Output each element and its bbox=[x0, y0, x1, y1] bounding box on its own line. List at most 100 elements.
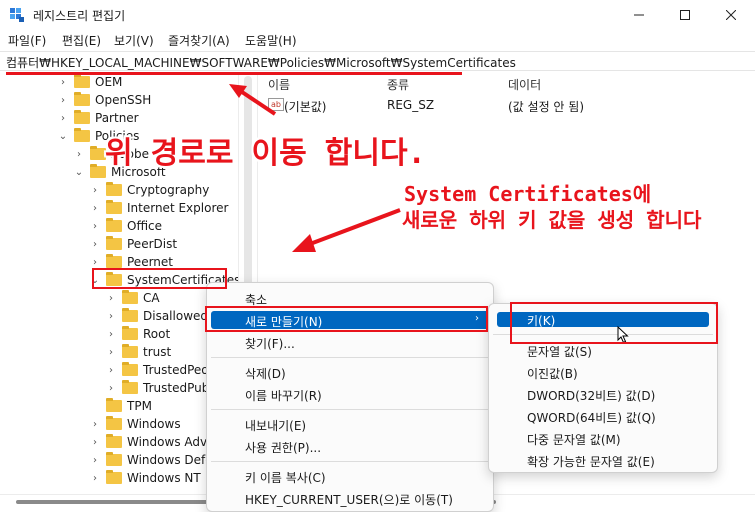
submenu-item-dword-value[interactable]: DWORD(32비트) 값(D) bbox=[527, 387, 655, 404]
folder-icon bbox=[74, 92, 90, 106]
submenu-item-expandable-string-value[interactable]: 확장 가능한 문자열 값(E) bbox=[527, 453, 655, 470]
title-bar: 레지스트리 편집기 bbox=[0, 0, 755, 30]
folder-icon bbox=[122, 380, 138, 394]
chevron-icon[interactable]: › bbox=[90, 473, 100, 484]
menu-favorites[interactable]: 즐겨찾기(A) bbox=[168, 32, 230, 49]
chevron-icon[interactable]: › bbox=[106, 311, 116, 322]
chevron-icon[interactable]: › bbox=[90, 239, 100, 250]
menu-item-rename[interactable]: 이름 바꾸기(R) bbox=[245, 387, 322, 404]
value-type: REG_SZ bbox=[387, 98, 435, 112]
folder-icon bbox=[106, 218, 122, 232]
value-data: (값 설정 안 됨) bbox=[508, 100, 585, 114]
tree-node[interactable]: TPM bbox=[90, 397, 152, 415]
chevron-icon[interactable]: ⌄ bbox=[58, 131, 68, 142]
submenu-item-binary-value[interactable]: 이진값(B) bbox=[527, 365, 578, 382]
new-item-highlight-annotation bbox=[205, 306, 488, 332]
menu-item-permissions[interactable]: 사용 권한(P)... bbox=[245, 439, 321, 456]
close-icon bbox=[726, 10, 736, 20]
window-title: 레지스트리 편집기 bbox=[33, 9, 126, 23]
tree-node[interactable]: › Internet Explorer bbox=[90, 199, 228, 217]
chevron-icon[interactable]: › bbox=[58, 95, 68, 106]
submenu-item-qword-value[interactable]: QWORD(64비트) 값(Q) bbox=[527, 409, 656, 426]
folder-icon bbox=[122, 290, 138, 304]
tree-node[interactable]: › Partner bbox=[58, 109, 139, 127]
menu-item-go-to-hkcu[interactable]: HKEY_CURRENT_USER(으)로 이동(T) bbox=[245, 491, 453, 508]
tree-node[interactable]: › PeerDist bbox=[90, 235, 177, 253]
tree-node[interactable]: › Windows bbox=[90, 415, 181, 433]
tree-node[interactable]: › Office bbox=[90, 217, 162, 235]
chevron-icon[interactable]: › bbox=[58, 113, 68, 124]
menu-help[interactable]: 도움말(H) bbox=[245, 32, 297, 49]
folder-icon bbox=[122, 362, 138, 376]
folder-icon bbox=[122, 326, 138, 340]
tree-node[interactable]: › Windows NT bbox=[90, 469, 201, 487]
folder-icon bbox=[106, 236, 122, 250]
folder-icon bbox=[106, 452, 122, 466]
chevron-icon[interactable]: › bbox=[90, 203, 100, 214]
value-name[interactable]: (기본값) bbox=[284, 98, 326, 115]
folder-icon bbox=[106, 416, 122, 430]
submenu-item-string-value[interactable]: 문자열 값(S) bbox=[527, 343, 592, 360]
folder-icon bbox=[122, 344, 138, 358]
move-path-annotation: 위 경로로 이동 합니다. bbox=[105, 136, 426, 171]
folder-icon bbox=[106, 470, 122, 484]
chevron-icon[interactable]: › bbox=[90, 257, 100, 268]
submenu-item-multi-string-value[interactable]: 다중 문자열 값(M) bbox=[527, 431, 621, 448]
minimize-button[interactable] bbox=[616, 0, 662, 30]
tree-node[interactable]: › Root bbox=[106, 325, 170, 343]
folder-icon bbox=[90, 164, 106, 178]
folder-icon bbox=[106, 182, 122, 196]
chevron-icon[interactable]: › bbox=[90, 185, 100, 196]
menu-file[interactable]: 파일(F) bbox=[8, 32, 46, 49]
tree-node[interactable]: › OEM bbox=[58, 73, 122, 91]
folder-icon bbox=[106, 254, 122, 268]
minimize-icon bbox=[634, 14, 644, 16]
folder-icon bbox=[106, 434, 122, 448]
key-item-highlight-annotation bbox=[510, 302, 718, 344]
tree-node[interactable]: › Disallowed bbox=[106, 307, 208, 325]
menu-item-export[interactable]: 내보내기(E) bbox=[245, 417, 306, 434]
menu-separator bbox=[211, 461, 489, 462]
instruction-annotation-line2: 새로운 하위 키 값을 생성 합니다 bbox=[402, 208, 702, 232]
tree-node[interactable]: › Cryptography bbox=[90, 181, 209, 199]
tree-node[interactable]: › trust bbox=[106, 343, 171, 361]
menu-item-copy-key-name[interactable]: 키 이름 복사(C) bbox=[245, 469, 326, 486]
maximize-button[interactable] bbox=[662, 0, 708, 30]
tree-node[interactable]: › OpenSSH bbox=[58, 91, 151, 109]
folder-icon bbox=[106, 200, 122, 214]
arrow-to-address-icon bbox=[229, 84, 277, 116]
menu-view[interactable]: 보기(V) bbox=[114, 32, 154, 49]
folder-icon bbox=[90, 146, 106, 160]
tree-node[interactable]: › CA bbox=[106, 289, 160, 307]
folder-icon bbox=[122, 308, 138, 322]
menu-item-delete[interactable]: 삭제(D) bbox=[245, 365, 286, 382]
maximize-icon bbox=[680, 10, 690, 20]
address-underline-annotation bbox=[6, 72, 462, 75]
chevron-icon[interactable]: › bbox=[106, 293, 116, 304]
chevron-icon[interactable]: › bbox=[74, 149, 84, 160]
chevron-icon[interactable]: › bbox=[106, 329, 116, 340]
menu-edit[interactable]: 편집(E) bbox=[62, 32, 101, 49]
menu-separator bbox=[211, 357, 489, 358]
chevron-icon[interactable]: › bbox=[90, 221, 100, 232]
chevron-icon[interactable]: › bbox=[90, 455, 100, 466]
registry-editor-icon bbox=[10, 8, 24, 22]
chevron-icon[interactable]: › bbox=[90, 437, 100, 448]
chevron-icon[interactable]: › bbox=[106, 383, 116, 394]
instruction-annotation-line1: System Certificates에 bbox=[404, 182, 652, 206]
close-button[interactable] bbox=[708, 0, 754, 30]
menu-item-find[interactable]: 찾기(F)... bbox=[245, 335, 295, 352]
folder-icon bbox=[106, 398, 122, 412]
chevron-icon[interactable]: › bbox=[90, 419, 100, 430]
chevron-icon[interactable]: › bbox=[58, 77, 68, 88]
chevron-icon[interactable]: › bbox=[106, 347, 116, 358]
chevron-icon[interactable]: ⌄ bbox=[74, 167, 84, 178]
menu-bar: 파일(F) 편집(E) 보기(V) 즐겨찾기(A) 도움말(H) bbox=[0, 30, 755, 50]
column-header-type[interactable]: 종류 bbox=[387, 76, 409, 93]
column-header-data[interactable]: 데이터 bbox=[508, 76, 541, 93]
address-bar[interactable]: 컴퓨터₩HKEY_LOCAL_MACHINE₩SOFTWARE₩Policies… bbox=[0, 51, 755, 71]
systemcertificates-highlight-annotation bbox=[92, 268, 227, 289]
address-path: 컴퓨터₩HKEY_LOCAL_MACHINE₩SOFTWARE₩Policies… bbox=[6, 56, 516, 70]
folder-icon bbox=[74, 74, 90, 88]
chevron-icon[interactable]: › bbox=[106, 365, 116, 376]
